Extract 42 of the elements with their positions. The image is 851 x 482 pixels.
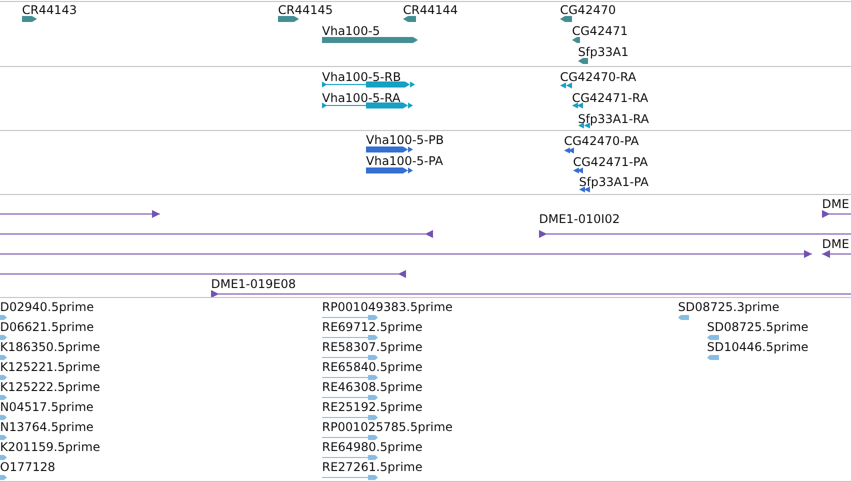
feature-label: RE27261.5prime bbox=[322, 460, 422, 474]
feature-label: K186350.5prime bbox=[0, 340, 100, 354]
feature-label: SD08725.5prime bbox=[707, 320, 808, 334]
feature-label: DME1-019E08 bbox=[211, 277, 296, 291]
feature-label: CG42471-PA bbox=[573, 155, 648, 169]
feature-label: CG42470-RA bbox=[560, 70, 636, 84]
feature-label: RE64980.5prime bbox=[322, 440, 422, 454]
feature-label: K201159.5prime bbox=[0, 440, 100, 454]
feature-label: SD10446.5prime bbox=[707, 340, 808, 354]
feature-label: Sfp33A1-PA bbox=[579, 175, 649, 189]
feature-label: CR44145 bbox=[278, 3, 333, 17]
feature-label: RE58307.5prime bbox=[322, 340, 422, 354]
feature-label: Vha100-5-RA bbox=[322, 91, 400, 105]
feature-label: K125221.5prime bbox=[0, 360, 100, 374]
feature-label: CG42471-RA bbox=[572, 91, 648, 105]
feature-label: CR44144 bbox=[403, 3, 458, 17]
feature-label: D06621.5prime bbox=[0, 320, 94, 334]
feature-label: Vha100-5-PB bbox=[366, 133, 444, 147]
feature-label: N13764.5prime bbox=[0, 420, 94, 434]
feature-label: Sfp33A1 bbox=[578, 45, 629, 59]
feature-label: CG42471 bbox=[572, 24, 628, 38]
feature-label: CR44143 bbox=[22, 3, 77, 17]
feature-label: DME bbox=[822, 237, 850, 251]
feature-label: K125222.5prime bbox=[0, 380, 100, 394]
feature-label: DME bbox=[822, 197, 850, 211]
feature-label: Vha100-5 bbox=[322, 24, 380, 38]
feature-label: CG42470-PA bbox=[564, 134, 639, 148]
feature-label: Vha100-5-RB bbox=[322, 70, 401, 84]
feature-label: Vha100-5-PA bbox=[366, 154, 444, 168]
feature-label: N04517.5prime bbox=[0, 400, 94, 414]
feature-label: DME1-010I02 bbox=[539, 212, 620, 226]
feature-label: Sfp33A1-RA bbox=[578, 112, 649, 126]
feature-label: RP001049383.5prime bbox=[322, 300, 453, 314]
feature-label: O177128 bbox=[0, 460, 56, 474]
feature-label: CG42470 bbox=[560, 3, 616, 17]
feature-label: RP001025785.5prime bbox=[322, 420, 453, 434]
feature-label: RE65840.5prime bbox=[322, 360, 422, 374]
feature-label: RE46308.5prime bbox=[322, 380, 422, 394]
feature-label: RE69712.5prime bbox=[322, 320, 422, 334]
feature-label: RE25192.5prime bbox=[322, 400, 422, 414]
feature-label: SD08725.3prime bbox=[678, 300, 780, 314]
feature-label: D02940.5prime bbox=[0, 300, 94, 314]
